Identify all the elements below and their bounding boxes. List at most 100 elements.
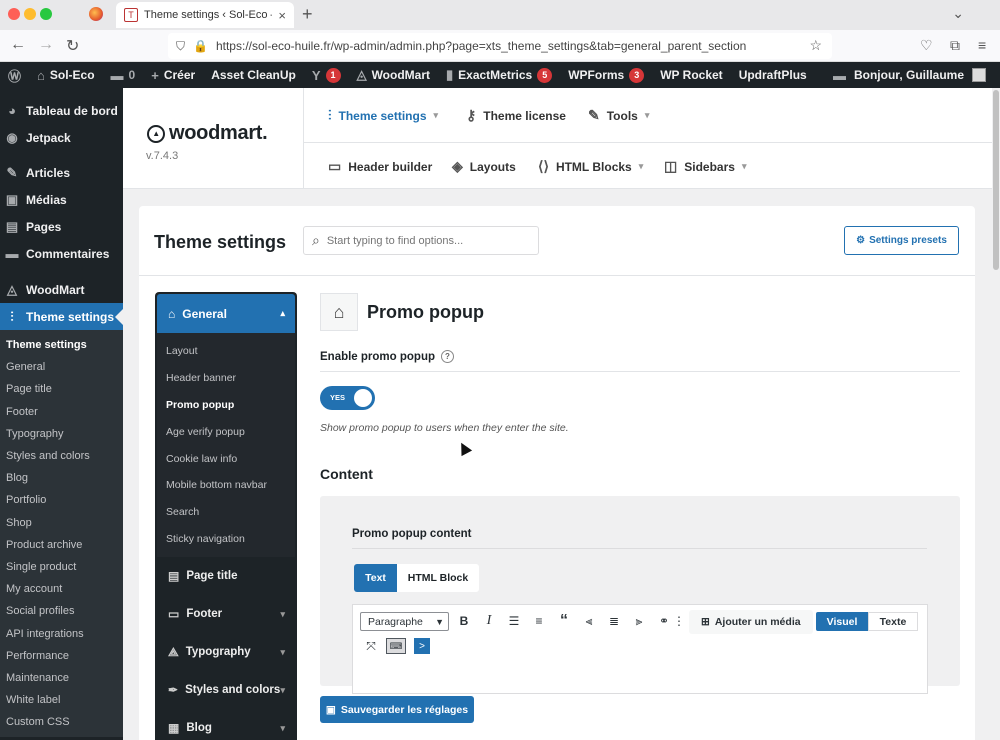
submenu-item[interactable]: White label (0, 689, 123, 711)
extensions-icon[interactable]: ⧉ (950, 37, 960, 54)
bullet-list-icon[interactable]: ☰ (503, 610, 525, 632)
submenu-item[interactable]: Social profiles (0, 600, 123, 622)
notification-icon[interactable]: ▬ (833, 68, 846, 83)
submenu-item[interactable]: Product archive (0, 534, 123, 556)
back-icon[interactable]: ← (10, 36, 26, 54)
tab-list-button[interactable]: ⌄ (952, 5, 964, 22)
more-icon[interactable]: ⋮ (673, 610, 685, 632)
settings-nav-typography[interactable]: ⟁ Typography ▾ (157, 633, 295, 671)
settings-presets-button[interactable]: ⚙ Settings presets (844, 226, 959, 255)
sidebar-item-medias[interactable]: ▣ Médias (0, 186, 123, 213)
submenu-item[interactable]: Single product (0, 556, 123, 578)
window-close-button[interactable] (8, 8, 20, 20)
numbered-list-icon[interactable]: ≡ (528, 610, 550, 632)
site-name-menu[interactable]: ⌂ Sol-Eco (29, 62, 103, 88)
nav-html-blocks[interactable]: ⟨⟩ HTML Blocks ▾ (538, 158, 643, 175)
sidebar-item-woodmart[interactable]: ◬ WoodMart (0, 276, 123, 303)
exactmetrics-menu[interactable]: ▮ ExactMetrics 5 (438, 62, 560, 88)
submenu-item[interactable]: API integrations (0, 622, 123, 644)
asset-cleanup-menu[interactable]: Asset CleanUp (203, 62, 304, 88)
bookmark-star-icon[interactable]: ☆ (809, 37, 822, 54)
add-media-button[interactable]: ⊞ Ajouter un média (689, 610, 813, 634)
nav-theme-settings[interactable]: ⫶ Theme settings ▾ (328, 107, 438, 124)
sidebar-item-theme-settings[interactable]: ⫶ Theme settings (0, 303, 123, 330)
submenu-item[interactable]: Theme settings (0, 334, 123, 356)
submenu-item[interactable]: Portfolio (0, 489, 123, 511)
link-icon[interactable]: ⚭ (653, 610, 675, 632)
toolbar-toggle-button[interactable]: ⌨ (385, 635, 407, 657)
shield-icon[interactable]: ⛉ (176, 39, 185, 54)
browser-tab-active[interactable]: T Theme settings ‹ Sol-Eco — Wo × (116, 2, 294, 28)
quote-icon[interactable]: “ (553, 610, 575, 632)
editor-mode-text[interactable]: Texte (868, 612, 918, 631)
align-left-icon[interactable]: ⫷ (578, 610, 600, 632)
tab-html-block[interactable]: HTML Block (397, 564, 479, 592)
expand-toolbar-button[interactable]: > (411, 635, 433, 657)
yoast-menu[interactable]: Y 1 (304, 62, 349, 88)
sidebar-item-dashboard[interactable]: ◕ Tableau de bord (0, 97, 123, 124)
nav-layouts[interactable]: ◈ Layouts (452, 158, 516, 175)
wp-rocket-menu[interactable]: WP Rocket (652, 62, 730, 88)
submenu-item[interactable]: Typography (0, 423, 123, 445)
submenu-item[interactable]: Performance (0, 645, 123, 667)
submenu-item[interactable]: Footer (0, 401, 123, 423)
italic-icon[interactable]: I (478, 610, 500, 632)
new-tab-button[interactable]: + (302, 4, 313, 25)
search-input[interactable] (326, 234, 527, 247)
reload-icon[interactable]: ↻ (66, 36, 79, 56)
window-zoom-button[interactable] (40, 8, 52, 20)
submenu-item[interactable]: Custom CSS (0, 711, 123, 733)
wp-logo-menu[interactable]: Ⓦ (0, 62, 29, 88)
create-menu[interactable]: + Créer (143, 62, 203, 88)
forward-icon[interactable]: → (38, 36, 54, 54)
search-box[interactable]: ⌕ (303, 226, 539, 255)
settings-nav-general[interactable]: ⌂ General ▴ (157, 294, 295, 333)
editor-mode-visual[interactable]: Visuel (816, 612, 868, 631)
settings-nav-footer[interactable]: ▭ Footer ▾ (157, 595, 295, 633)
sidebar-item-pages[interactable]: ▤ Pages (0, 213, 123, 240)
nav-theme-license[interactable]: ⚷ Theme license (466, 107, 566, 124)
avatar[interactable] (972, 68, 986, 82)
submenu-item[interactable]: Styles and colors (0, 445, 123, 467)
sidebar-item-jetpack[interactable]: ◉ Jetpack (0, 124, 123, 151)
settings-nav-blog[interactable]: ▦ Blog ▾ (157, 709, 295, 740)
updraftplus-menu[interactable]: UpdraftPlus (731, 62, 815, 88)
settings-subitem[interactable]: Mobile bottom navbar (157, 472, 295, 499)
fullscreen-icon[interactable]: ⤧ (360, 635, 382, 657)
submenu-item[interactable]: Shop (0, 512, 123, 534)
submenu-item[interactable]: Page title (0, 378, 123, 400)
settings-subitem[interactable]: Cookie law info (157, 445, 295, 472)
tab-text[interactable]: Text (354, 564, 397, 592)
submenu-item[interactable]: My account (0, 578, 123, 600)
lock-icon[interactable]: 🔒 (193, 39, 208, 53)
sidebar-item-comments[interactable]: ▬ Commentaires (0, 240, 123, 267)
align-center-icon[interactable]: ≣ (603, 610, 625, 632)
settings-subitem[interactable]: Age verify popup (157, 418, 295, 445)
pocket-icon[interactable]: ♡ (920, 37, 933, 54)
nav-tools[interactable]: ✎ Tools ▾ (588, 107, 649, 124)
settings-nav-styles[interactable]: ✒ Styles and colors ▾ (157, 671, 295, 709)
settings-subitem[interactable]: Layout (157, 338, 295, 365)
window-minimize-button[interactable] (24, 8, 36, 20)
settings-subitem[interactable]: Search (157, 499, 295, 526)
page-scrollbar[interactable] (992, 88, 1000, 740)
firefox-icon[interactable] (89, 7, 103, 21)
settings-subitem[interactable]: Sticky navigation (157, 526, 295, 553)
sidebar-item-articles[interactable]: ✎ Articles (0, 159, 123, 186)
nav-sidebars[interactable]: ◫ Sidebars ▾ (664, 158, 746, 175)
comments-menu[interactable]: ▬ 0 (103, 62, 144, 88)
woodmart-menu[interactable]: ◬ WoodMart (349, 62, 438, 88)
scroll-thumb[interactable] (993, 90, 999, 270)
submenu-item[interactable]: Blog (0, 467, 123, 489)
nav-header-builder[interactable]: ▭ Header builder (328, 158, 432, 175)
submenu-item[interactable]: Maintenance (0, 667, 123, 689)
url-text[interactable]: https://sol-eco-huile.fr/wp-admin/admin.… (216, 39, 746, 53)
settings-subitem[interactable]: Header banner (157, 365, 295, 392)
account-menu[interactable]: ▬ Bonjour, Guillaume (833, 62, 1000, 88)
format-select[interactable]: Paragraphe ▼ (360, 612, 449, 631)
align-right-icon[interactable]: ⫸ (628, 610, 650, 632)
bold-icon[interactable]: B (453, 610, 475, 632)
submenu-item[interactable]: General (0, 356, 123, 378)
help-icon[interactable]: ? (441, 350, 454, 363)
wpforms-menu[interactable]: WPForms 3 (560, 62, 652, 88)
